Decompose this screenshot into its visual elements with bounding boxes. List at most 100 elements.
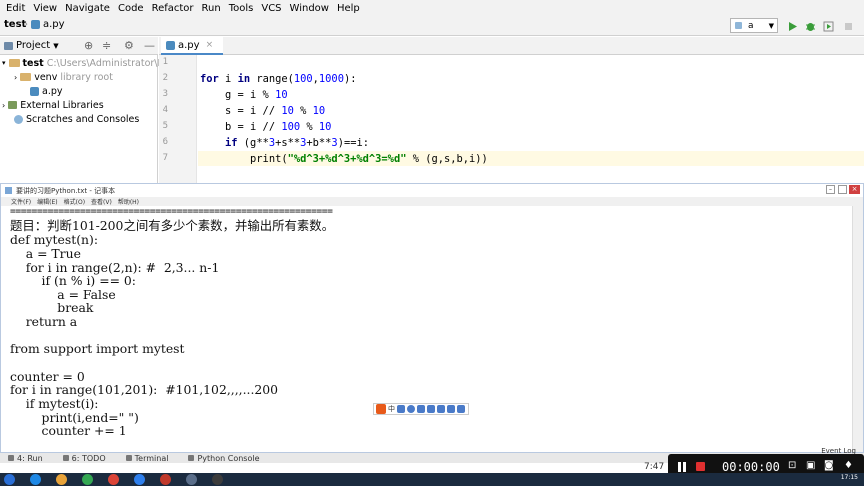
text-line: if mytest(i):: [10, 396, 99, 411]
folder-icon: [8, 59, 20, 67]
browser-icon[interactable]: [82, 474, 93, 485]
skin-icon[interactable]: [437, 405, 445, 413]
tab-a-py[interactable]: a.py ×: [161, 37, 223, 55]
tree-item-label: External Libraries: [20, 99, 104, 111]
ie-browser-icon[interactable]: [30, 474, 41, 485]
tool-tab-terminal[interactable]: Terminal: [125, 454, 168, 463]
run-with-coverage-icon[interactable]: [822, 20, 835, 33]
tool-tab-run[interactable]: 4: Run: [8, 454, 43, 463]
stop-icon[interactable]: [842, 20, 855, 33]
text-line: for i in range(101,201): #101,102,,,,...…: [10, 382, 279, 397]
notepad-text-area[interactable]: ========================================…: [10, 206, 850, 454]
start-icon[interactable]: [4, 474, 15, 485]
debug-icon[interactable]: [804, 20, 817, 33]
taskbar-clock[interactable]: 17:15: [841, 474, 858, 481]
file-explorer-icon[interactable]: [56, 474, 67, 485]
ime-mode-label[interactable]: 中: [388, 404, 395, 414]
app-icon[interactable]: [186, 474, 197, 485]
breadcrumb-file[interactable]: › a.py: [24, 19, 65, 30]
notepad-scrollbar[interactable]: [852, 206, 863, 452]
library-icon: [8, 101, 18, 109]
run-icon[interactable]: [786, 20, 799, 33]
python-console-icon: [188, 455, 195, 461]
region-select-icon[interactable]: ⊡: [788, 460, 796, 471]
notepad-menu-view[interactable]: 查看(V): [91, 197, 112, 206]
pycharm-icon[interactable]: [212, 474, 223, 485]
tool-tab-todo[interactable]: 6: TODO: [62, 453, 106, 463]
stop-record-icon[interactable]: [696, 462, 705, 471]
tree-item-a-py[interactable]: a.py: [30, 84, 63, 98]
minimize-icon[interactable]: –: [826, 185, 835, 194]
caret-position[interactable]: 7:47: [644, 462, 664, 472]
run-config-select[interactable]: a ▼: [730, 18, 778, 33]
menu-help[interactable]: Help: [333, 0, 364, 17]
collapse-icon[interactable]: ≑: [102, 39, 111, 52]
sogou-logo-icon: [376, 404, 386, 414]
code-line-5: b = i // 100 % 10: [200, 121, 332, 133]
app-icon[interactable]: [160, 474, 171, 485]
microphone-icon[interactable]: [417, 405, 425, 413]
maximize-icon[interactable]: [838, 185, 847, 194]
toolbox-icon[interactable]: [457, 405, 465, 413]
emoji-icon[interactable]: [407, 405, 415, 413]
menu-window[interactable]: Window: [286, 0, 333, 17]
line-number: 4: [162, 105, 168, 115]
line-number-gutter: 1 2 3 4 5 6 7 ●: [159, 55, 212, 183]
pause-icon[interactable]: [678, 462, 686, 472]
tool-tab-label: 6: TODO: [71, 453, 106, 463]
punctuation-icon[interactable]: [397, 405, 405, 413]
python-file-icon: [31, 20, 40, 29]
chevron-down-icon: ▾: [2, 59, 6, 67]
notepad-menu-edit[interactable]: 编辑(E): [37, 197, 57, 206]
menu-run[interactable]: Run: [198, 0, 225, 17]
chevron-down-icon: ▼: [768, 21, 774, 30]
menu-bar: Edit View Navigate Code Refactor Run Too…: [0, 0, 864, 17]
line-number: 2: [162, 73, 168, 83]
tree-item-venv[interactable]: › venv library root: [14, 70, 113, 84]
text-line: break: [10, 300, 94, 315]
menu-tools[interactable]: Tools: [225, 0, 258, 17]
line-number: 6: [162, 137, 168, 147]
notepad-menu-help[interactable]: 帮助(H): [118, 197, 139, 206]
tree-item-external-libraries[interactable]: › External Libraries: [2, 98, 104, 112]
project-panel-header: Project ▼ ⊕ ≑ ⚙ —: [0, 37, 158, 55]
notepad-title-bar: 要讲的习题Python.txt - 记事本 – ×: [1, 184, 863, 197]
tool-tab-label: Python Console: [197, 453, 260, 463]
text-line: return a: [10, 314, 78, 329]
code-editor[interactable]: for i in range(100,1000): g = i % 10 s =…: [198, 55, 864, 183]
tool-tab-python-console[interactable]: Python Console: [188, 454, 259, 463]
close-icon[interactable]: ×: [849, 185, 860, 194]
tree-item-scratches[interactable]: Scratches and Consoles: [14, 112, 139, 126]
hide-icon[interactable]: —: [144, 39, 155, 52]
run-tab-icon: [8, 455, 14, 461]
chevron-right-icon: ›: [2, 100, 6, 110]
menu-navigate[interactable]: Navigate: [61, 0, 114, 17]
tab-label: a.py: [178, 39, 200, 51]
target-icon[interactable]: ⊕: [84, 39, 93, 52]
python-file-icon: [166, 40, 175, 50]
menu-vcs[interactable]: VCS: [257, 0, 285, 17]
tree-item-label: Scratches and Consoles: [26, 113, 140, 125]
close-icon[interactable]: ×: [206, 40, 214, 50]
gear-icon[interactable]: ⚙: [124, 39, 134, 52]
microphone-icon[interactable]: ♦: [844, 460, 853, 471]
chevron-down-icon[interactable]: ▼: [53, 42, 58, 50]
breadcrumb-project[interactable]: test: [4, 19, 26, 30]
folder-icon: [20, 73, 32, 81]
notepad-menu-format[interactable]: 格式(O): [64, 197, 85, 206]
chevron-right-icon: ›: [14, 72, 18, 82]
project-panel-title[interactable]: Project: [16, 40, 50, 51]
menu-view[interactable]: View: [29, 0, 61, 17]
menu-edit[interactable]: Edit: [2, 0, 29, 17]
ime-toolbar[interactable]: 中: [373, 403, 469, 415]
screenshot-icon[interactable]: ▣: [806, 460, 815, 471]
menu-refactor[interactable]: Refactor: [148, 0, 198, 17]
chrome-icon[interactable]: [108, 474, 119, 485]
keyboard-icon[interactable]: [427, 405, 435, 413]
notepad-menu-file[interactable]: 文件(F): [11, 197, 31, 206]
app-icon[interactable]: [134, 474, 145, 485]
menu-code[interactable]: Code: [114, 0, 148, 17]
user-icon[interactable]: [447, 405, 455, 413]
code-line-7: print("%d^3+%d^3+%d^3=%d" % (g,s,b,i)): [200, 153, 488, 165]
camera-icon[interactable]: ◙: [824, 460, 834, 471]
